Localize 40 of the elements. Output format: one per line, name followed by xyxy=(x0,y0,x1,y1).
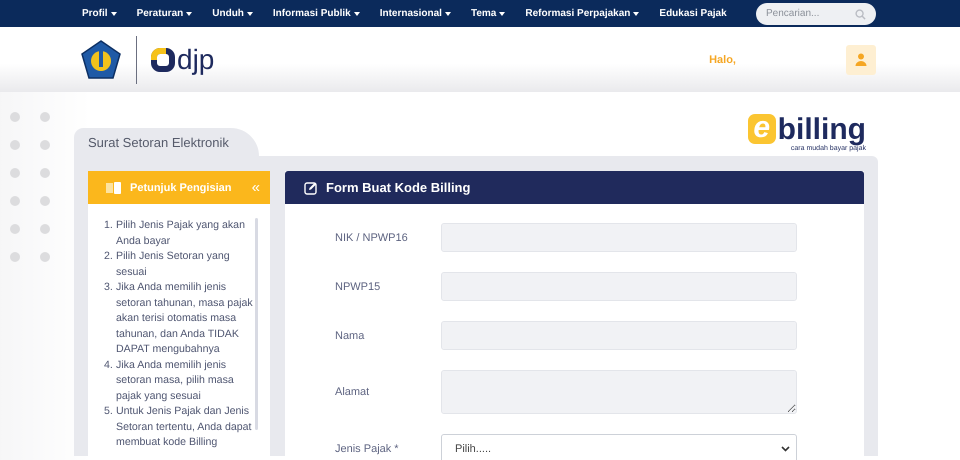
ebilling-logo-word: billing xyxy=(778,116,866,144)
field-label: NPWP15 xyxy=(335,280,382,292)
step-number: 1. xyxy=(104,218,114,233)
field-label: Nama xyxy=(335,330,366,342)
step-text: Jika Anda memilih jenis setoran tahunan, masa pajak akan terisi otomatis masa tahunan, dan Anda TIDAK DAPAT mengubahnya xyxy=(116,280,254,357)
edit-icon xyxy=(304,180,318,194)
chevron-down-icon xyxy=(781,446,790,452)
step-number: 4. xyxy=(104,358,114,372)
step-number: 2. xyxy=(104,249,114,264)
djp-logo-text: djp xyxy=(177,46,214,74)
search-field[interactable]: Pencarian... xyxy=(756,2,876,24)
scrollbar[interactable] xyxy=(255,218,258,430)
user-icon xyxy=(855,53,867,66)
nav-menu-link[interactable]: Edukasi Pajak xyxy=(659,8,727,19)
step-text: Untuk Jenis Pajak dan Jenis Setoran tertentu, Anda dapat membuat kode Billing xyxy=(116,404,252,450)
field-label: NIK / NPWP16 xyxy=(335,232,409,244)
field-label: Jenis Pajak * xyxy=(335,442,400,454)
greeting-text: Halo, xyxy=(709,54,736,66)
form-title: Form Buat Kode Billing xyxy=(326,180,470,195)
nav-menu-link[interactable]: Internasional xyxy=(380,8,451,19)
step-number: 5. xyxy=(104,404,114,419)
nav-menu-link[interactable]: Profil xyxy=(82,8,117,19)
nav-menu-link[interactable]: Peraturan xyxy=(136,8,192,19)
nav-menu-link[interactable]: Tema xyxy=(470,8,506,19)
step-text: Pilih Jenis Pajak yang akan Anda bayar xyxy=(116,218,246,248)
step-text: Jika Anda memilih jenis setoran masa, pilih masa pajak yang sesuai xyxy=(116,358,235,404)
book-icon xyxy=(106,182,122,194)
rounded-square-icon xyxy=(151,48,175,72)
step-number: 3. xyxy=(104,280,114,295)
user-button[interactable] xyxy=(846,44,876,74)
emblem-icon xyxy=(80,38,122,80)
search-icon xyxy=(855,8,866,20)
nav-menu-link[interactable]: Informasi Publik xyxy=(272,8,360,19)
ebilling-logo-letter: e xyxy=(748,114,776,144)
nav-menu-link[interactable]: Unduh xyxy=(212,8,253,19)
field-label: Alamat xyxy=(335,386,370,398)
nav-menu-link[interactable]: Reformasi Perpajakan xyxy=(525,8,640,19)
guide-title: Petunjuk Pengisian xyxy=(130,182,232,194)
step-text: Pilih Jenis Setoran yang sesuai xyxy=(116,249,231,280)
select-dropdown[interactable]: Pilih..... xyxy=(441,434,797,460)
